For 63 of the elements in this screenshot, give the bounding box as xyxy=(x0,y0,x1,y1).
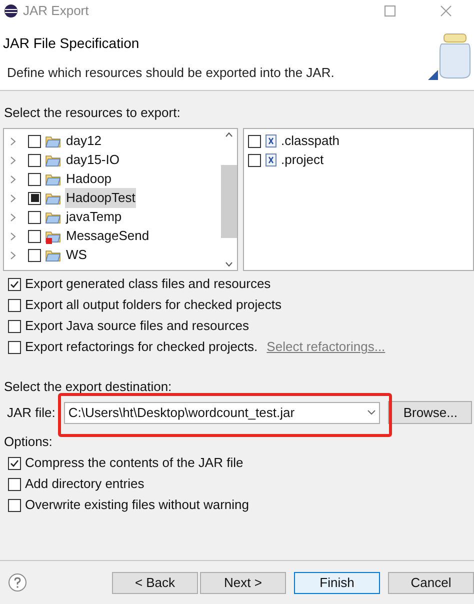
checkbox[interactable] xyxy=(248,154,261,166)
wizard-button[interactable]: Finish xyxy=(294,572,380,594)
scrollbar-thumb[interactable] xyxy=(221,164,237,238)
checkbox[interactable] xyxy=(8,320,21,332)
section-label: Select the resources to export: xyxy=(3,104,182,122)
checkbox[interactable] xyxy=(28,172,41,186)
checkbox[interactable] xyxy=(8,456,21,470)
tree-item[interactable]: day12 xyxy=(65,131,102,151)
expand-chevron-icon[interactable] xyxy=(10,194,16,202)
page-description: Define which resources should be exported into the JAR. xyxy=(6,64,336,82)
tree-item[interactable]: javaTemp xyxy=(65,207,123,227)
scroll-down-icon[interactable] xyxy=(225,262,233,266)
checkbox[interactable] xyxy=(28,210,41,224)
checkbox[interactable] xyxy=(28,230,41,242)
eclipse-logo-icon xyxy=(4,4,18,18)
checkbox[interactable] xyxy=(8,498,21,512)
checkbox[interactable] xyxy=(28,192,41,204)
file-item[interactable]: .project xyxy=(281,150,324,170)
tree-item[interactable]: HadoopTest xyxy=(65,188,136,208)
tree-item[interactable]: WS xyxy=(65,245,88,265)
checkbox-label[interactable]: Add directory entries xyxy=(25,474,144,494)
checkbox-label[interactable]: Compress the contents of the JAR file xyxy=(25,453,244,473)
file-item[interactable]: .classpath xyxy=(281,131,340,151)
select-refactorings-link[interactable]: Select refactorings... xyxy=(266,337,386,357)
checkbox[interactable] xyxy=(28,248,41,262)
checkbox-label[interactable]: Export Java source files and resources xyxy=(25,316,249,336)
dropdown-caret-icon[interactable] xyxy=(367,410,376,415)
expand-chevron-icon[interactable] xyxy=(10,232,16,240)
checkbox[interactable] xyxy=(8,478,21,490)
tree-item[interactable]: day15-IO xyxy=(65,150,120,170)
checkbox[interactable] xyxy=(28,134,41,148)
expand-chevron-icon[interactable] xyxy=(10,250,16,260)
wizard-button[interactable]: Cancel xyxy=(388,572,474,594)
field-label: JAR file: xyxy=(7,404,56,422)
help-icon[interactable] xyxy=(8,573,27,592)
section-label: Options: xyxy=(3,433,54,451)
wizard-button[interactable]: < Back xyxy=(112,572,198,594)
expand-chevron-icon[interactable] xyxy=(10,136,16,146)
scroll-up-icon[interactable] xyxy=(225,132,233,136)
checkbox-label[interactable]: Overwrite existing files without warning xyxy=(25,495,249,515)
expand-chevron-icon[interactable] xyxy=(10,174,16,184)
page-title: JAR File Specification xyxy=(3,34,140,53)
xml-file-icon xyxy=(265,134,277,148)
checkbox[interactable] xyxy=(28,154,41,166)
checkbox[interactable] xyxy=(8,298,21,312)
window-title: JAR Export xyxy=(23,2,89,20)
checkbox-label[interactable]: Export all output folders for checked projects xyxy=(25,295,282,315)
checkbox[interactable] xyxy=(248,134,261,148)
section-label: Select the export destination: xyxy=(3,378,173,396)
tree-item[interactable]: Hadoop xyxy=(65,169,113,189)
expand-chevron-icon[interactable] xyxy=(10,212,16,222)
xml-file-icon xyxy=(265,153,277,167)
jar-file-combobox[interactable]: C:\Users\ht\Desktop\wordcount_test.jar xyxy=(64,402,380,424)
expand-chevron-icon[interactable] xyxy=(10,156,16,164)
browse-button[interactable]: Browse... xyxy=(388,401,472,424)
wizard-button[interactable]: Next > xyxy=(200,572,286,594)
checkbox-label[interactable]: Export refactorings for checked projects. xyxy=(25,337,258,357)
tree-item[interactable]: MessageSend xyxy=(65,226,150,246)
checkbox[interactable] xyxy=(8,278,21,290)
checkbox[interactable] xyxy=(8,340,21,354)
maximize-icon[interactable] xyxy=(384,5,396,17)
checkbox-label[interactable]: Export generated class files and resources xyxy=(25,274,271,294)
close-icon[interactable] xyxy=(440,5,452,17)
